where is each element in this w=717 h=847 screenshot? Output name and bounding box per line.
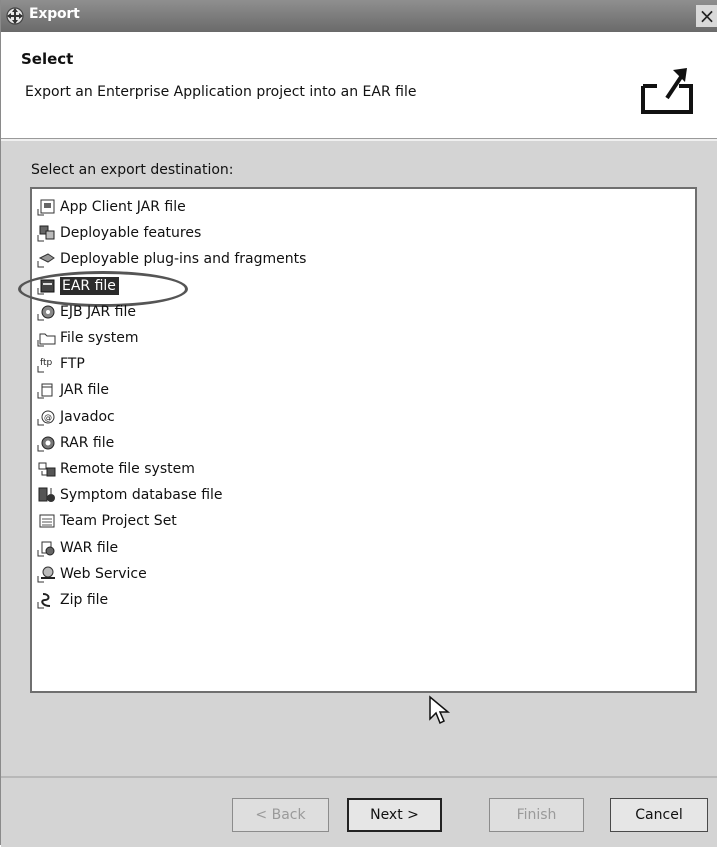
destination-item[interactable]: Remote file system [36,457,195,481]
back-button[interactable]: < Back [232,798,329,832]
destination-item[interactable]: Deployable features [36,221,201,245]
destination-item[interactable]: Deployable plug-ins and fragments [36,247,306,271]
destination-item-label: RAR file [60,434,115,451]
export-destination-list[interactable]: App Client JAR file Deployable features De… [18,187,697,725]
page-title: Select [21,50,74,68]
window-title: Export [29,6,80,22]
remote-fs-icon [38,462,56,477]
destination-item-label: File system [60,330,139,346]
zip-icon [37,593,51,609]
destination-item[interactable]: WAR file [36,536,118,560]
destination-item-label: Deployable plug-ins and fragments [60,251,307,268]
export-dialog: Export × Select Export an Enterprise App… [0,0,717,847]
ejb-jar-icon [37,305,55,321]
destination-item[interactable]: RAR file [36,431,114,455]
destination-item[interactable]: JAR file [36,378,109,402]
destination-item-label: Deployable features [60,225,202,242]
destination-item-label: EJB JAR file [60,303,136,320]
finish-button[interactable]: Finish [489,798,584,832]
features-icon [37,225,55,242]
ear-file-icon [37,279,55,295]
destination-prompt: Select an export destination: [31,162,234,178]
export-wizard-icon [641,68,693,114]
destination-item[interactable]: Zip file [36,588,108,612]
destination-item[interactable]: Symptom database file [36,483,223,507]
symptom-db-icon [38,487,55,503]
war-icon [37,541,55,557]
folder-icon [37,333,56,347]
app-client-jar-icon [37,199,55,216]
destination-item[interactable]: ftp FTP [36,352,85,376]
destination-item-label: Web Service [60,565,147,582]
title-bar: Export × [1,0,717,32]
destination-item-label: JAR file [60,382,109,399]
destination-item[interactable]: File system [36,326,139,350]
ftp-icon: ftp [37,358,53,373]
svg-text:@: @ [44,413,52,422]
destination-item-label: WAR file [60,539,119,556]
javadoc-icon: @ [37,410,55,426]
destination-item[interactable]: App Client JAR file [36,195,186,219]
jar-icon [37,383,53,399]
wizard-banner: Select Export an Enterprise Application … [1,32,717,139]
destination-item[interactable]: Team Project Set [36,509,177,533]
separator [1,139,717,141]
destination-item[interactable]: @ Javadoc [36,405,115,429]
destination-item-label: FTP [60,356,85,373]
destination-item-label: Symptom database file [60,487,223,504]
svg-text:ftp: ftp [40,358,53,368]
destination-item-label: Remote file system [60,461,195,477]
destination-item-label: EAR file [60,276,119,295]
destination-item-label: Team Project Set [60,513,177,530]
next-button[interactable]: Next > [347,798,442,832]
destination-item-label: Javadoc [60,408,115,425]
destination-item[interactable]: EJB JAR file [36,300,136,324]
plugins-icon [37,253,55,268]
close-button[interactable]: × [696,5,717,27]
destination-item[interactable]: Web Service [36,562,147,586]
destination-item-label: Zip file [60,592,109,608]
mouse-pointer-icon [429,695,451,725]
button-bar: < Back Next > Finish Cancel [1,776,717,847]
export-wizard-app-icon [6,7,24,25]
destination-item[interactable]: EAR file [18,270,188,307]
page-description: Export an Enterprise Application project… [25,84,417,100]
web-service-icon [37,566,55,583]
cancel-button[interactable]: Cancel [610,798,708,832]
team-project-icon [39,514,55,528]
destination-item-label: App Client JAR file [60,199,186,215]
rar-icon [37,436,55,452]
